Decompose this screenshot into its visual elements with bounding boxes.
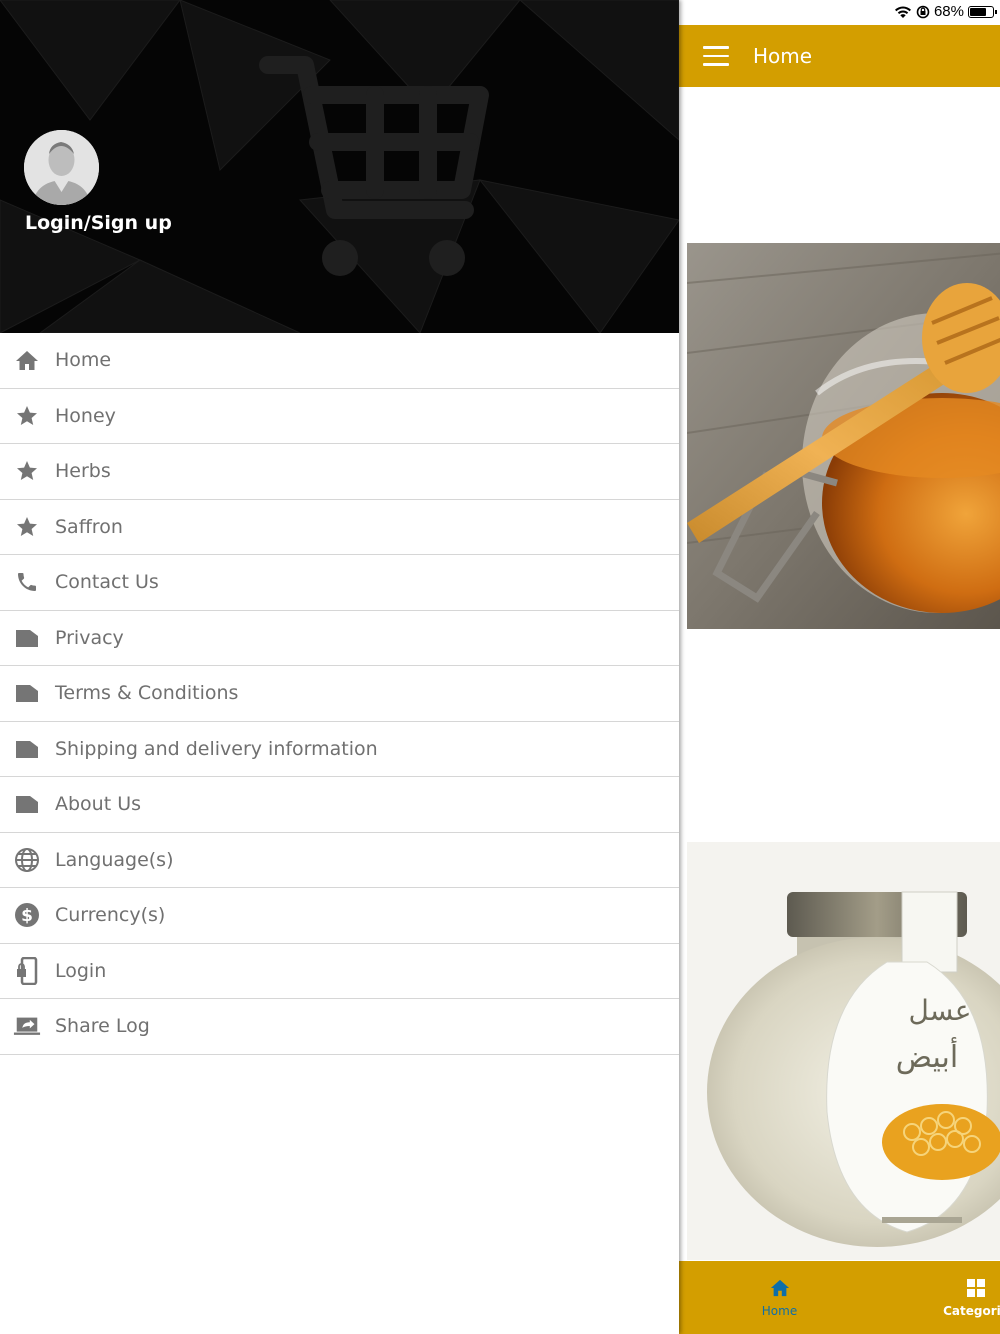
menu-item-honey[interactable]: Honey xyxy=(0,389,679,444)
avatar[interactable] xyxy=(24,130,99,205)
menu-item-label: Language(s) xyxy=(55,848,174,871)
menu-item-label: Login xyxy=(55,959,107,982)
phone-icon xyxy=(13,568,41,596)
header-background xyxy=(0,0,679,333)
honey-jar-image xyxy=(687,243,1000,629)
menu-item-privacy[interactable]: Privacy xyxy=(0,611,679,666)
menu-item-label: Saffron xyxy=(55,515,123,538)
menu-item-share-log[interactable]: Share Log xyxy=(0,999,679,1055)
drawer-header: Login/Sign up xyxy=(0,0,679,333)
honeycomb-graphic xyxy=(882,1104,1000,1180)
status-indicators: 68% xyxy=(894,3,997,20)
banner-white-honey[interactable]: عسل أبيض xyxy=(687,842,1000,1260)
nav-home-label: Home xyxy=(761,1303,798,1318)
home-icon xyxy=(770,1279,789,1296)
menu-item-label: Terms & Conditions xyxy=(55,682,239,705)
menu-item-currencies[interactable]: $ Currency(s) xyxy=(0,888,679,944)
grid-icon xyxy=(967,1278,985,1297)
menu-item-label: Contact Us xyxy=(55,571,159,594)
folder-icon xyxy=(13,624,41,652)
menu-item-label: About Us xyxy=(55,793,142,816)
globe-icon xyxy=(13,846,41,874)
nav-categories-label: Categorie xyxy=(943,1303,1000,1318)
nav-categories[interactable]: Categorie xyxy=(886,1261,1000,1334)
phone-lock-icon xyxy=(13,956,41,985)
menu-item-languages[interactable]: Language(s) xyxy=(0,833,679,888)
bottom-navigation: Home Categorie xyxy=(679,1261,1000,1334)
svg-text:$: $ xyxy=(21,906,33,926)
home-icon xyxy=(13,346,41,374)
menu-item-label: Privacy xyxy=(55,626,124,649)
label-arabic-1: عسل xyxy=(909,994,972,1027)
folder-icon xyxy=(13,735,41,763)
menu-item-home[interactable]: Home xyxy=(0,333,679,389)
navigation-drawer: Login/Sign up Home Honey Herbs Saffron C… xyxy=(0,0,679,1334)
menu-item-label: Share Log xyxy=(55,1015,150,1038)
folder-icon xyxy=(13,679,41,707)
menu-item-label: Herbs xyxy=(55,460,111,483)
menu-item-herbs[interactable]: Herbs xyxy=(0,444,679,500)
main-screen: 68% Home عسل أبيض Home Categori xyxy=(679,0,1000,1334)
white-honey-jar-image: عسل أبيض xyxy=(687,842,1000,1260)
user-avatar-icon xyxy=(24,130,99,205)
banner-honey-jar[interactable] xyxy=(687,243,1000,629)
battery-icon xyxy=(968,5,997,18)
star-icon xyxy=(13,457,41,485)
menu-item-contact-us[interactable]: Contact Us xyxy=(0,555,679,611)
menu-item-label: Home xyxy=(55,349,112,372)
menu-item-label: Currency(s) xyxy=(55,904,166,927)
laptop-share-icon xyxy=(13,1012,41,1040)
login-signup-title[interactable]: Login/Sign up xyxy=(25,212,172,234)
menu-item-label: Honey xyxy=(55,404,116,427)
star-icon xyxy=(13,402,41,430)
menu-item-shipping[interactable]: Shipping and delivery information xyxy=(0,722,679,777)
status-bar: 68% xyxy=(679,0,1000,25)
nav-home[interactable]: Home xyxy=(679,1261,886,1334)
label-arabic-2: أبيض xyxy=(896,1036,959,1075)
battery-percent: 68% xyxy=(933,3,964,20)
menu-item-login[interactable]: Login xyxy=(0,944,679,999)
menu-icon[interactable] xyxy=(703,46,729,66)
menu-item-label: Shipping and delivery information xyxy=(55,737,378,760)
menu-item-saffron[interactable]: Saffron xyxy=(0,500,679,555)
page-title: Home xyxy=(753,44,813,68)
folder-icon xyxy=(13,790,41,818)
drawer-menu: Home Honey Herbs Saffron Contact Us Priv… xyxy=(0,333,679,1055)
dollar-icon: $ xyxy=(13,901,41,929)
menu-item-terms[interactable]: Terms & Conditions xyxy=(0,666,679,722)
wifi-icon xyxy=(894,6,911,18)
rotation-lock-icon xyxy=(916,5,930,18)
star-icon xyxy=(13,513,41,541)
app-bar: Home xyxy=(679,25,1000,87)
menu-item-about-us[interactable]: About Us xyxy=(0,777,679,833)
